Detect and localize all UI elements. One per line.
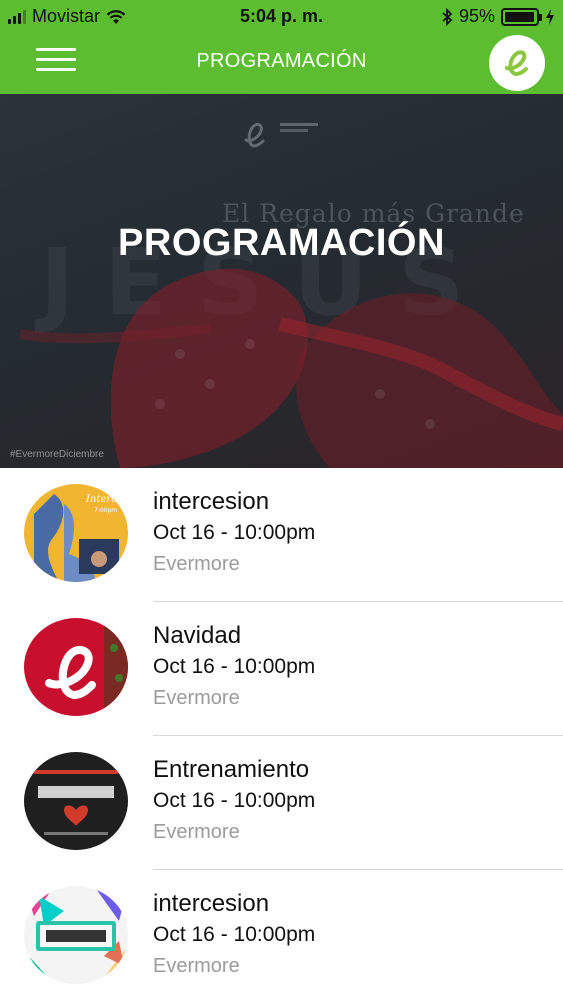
battery-percent: 95% — [458, 6, 495, 26]
intercesion-thumbnail: Intercesión 7:00pm — [24, 484, 128, 582]
event-date: Oct 16 - 10:00pm — [153, 789, 316, 812]
entrenamiento-thumbnail — [24, 752, 128, 850]
svg-text:7:00pm: 7:00pm — [94, 507, 117, 514]
battery-icon — [501, 7, 542, 26]
list-item[interactable]: Navidad Oct 16 - 10:00pm Evermore — [0, 602, 563, 736]
bluetooth-icon — [442, 7, 453, 26]
svg-text:Intercesión: Intercesión — [85, 494, 128, 505]
hero-hashtag: #EvermoreDiciembre — [10, 449, 104, 460]
event-date: Oct 16 - 10:00pm — [153, 655, 316, 678]
event-name: intercesion — [153, 890, 270, 917]
event-list: Intercesión 7:00pm intercesion Oct 16 - … — [0, 468, 563, 1000]
event-date: Oct 16 - 10:00pm — [153, 521, 316, 544]
event-date: Oct 16 - 10:00pm — [153, 923, 316, 946]
nav-title: PROGRAMACIÓN — [196, 50, 367, 72]
hero-banner: JESUS El Regalo más Grande PROGRAMACIÓN … — [0, 94, 563, 468]
hero-title: PROGRAMACIÓN — [118, 222, 445, 264]
event-name: intercesion — [153, 488, 270, 515]
list-item[interactable]: Intercesión 7:00pm intercesion Oct 16 - … — [0, 468, 563, 602]
event-organizer: Evermore — [153, 955, 240, 977]
evermore-church-logo-icon — [244, 122, 318, 148]
evermore-logo-icon[interactable] — [489, 35, 545, 91]
charging-bolt-icon — [546, 8, 554, 25]
navidad-thumbnail — [24, 618, 128, 716]
status-bar: Movistar 5:04 p. m. 95% — [0, 0, 563, 32]
event-name: Entrenamiento — [153, 756, 310, 783]
status-right: 95% — [441, 6, 555, 27]
nav-bar: PROGRAMACIÓN — [0, 32, 563, 94]
event-name: Navidad — [153, 622, 242, 649]
list-item[interactable]: Entrenamiento Oct 16 - 10:00pm Evermore — [0, 736, 563, 870]
list-item[interactable]: intercesion Oct 16 - 10:00pm Evermore — [0, 870, 563, 1000]
corre-thumbnail — [24, 886, 128, 984]
event-organizer: Evermore — [153, 821, 240, 843]
battery-fill — [505, 11, 534, 22]
event-organizer: Evermore — [153, 553, 240, 575]
event-organizer: Evermore — [153, 687, 240, 709]
